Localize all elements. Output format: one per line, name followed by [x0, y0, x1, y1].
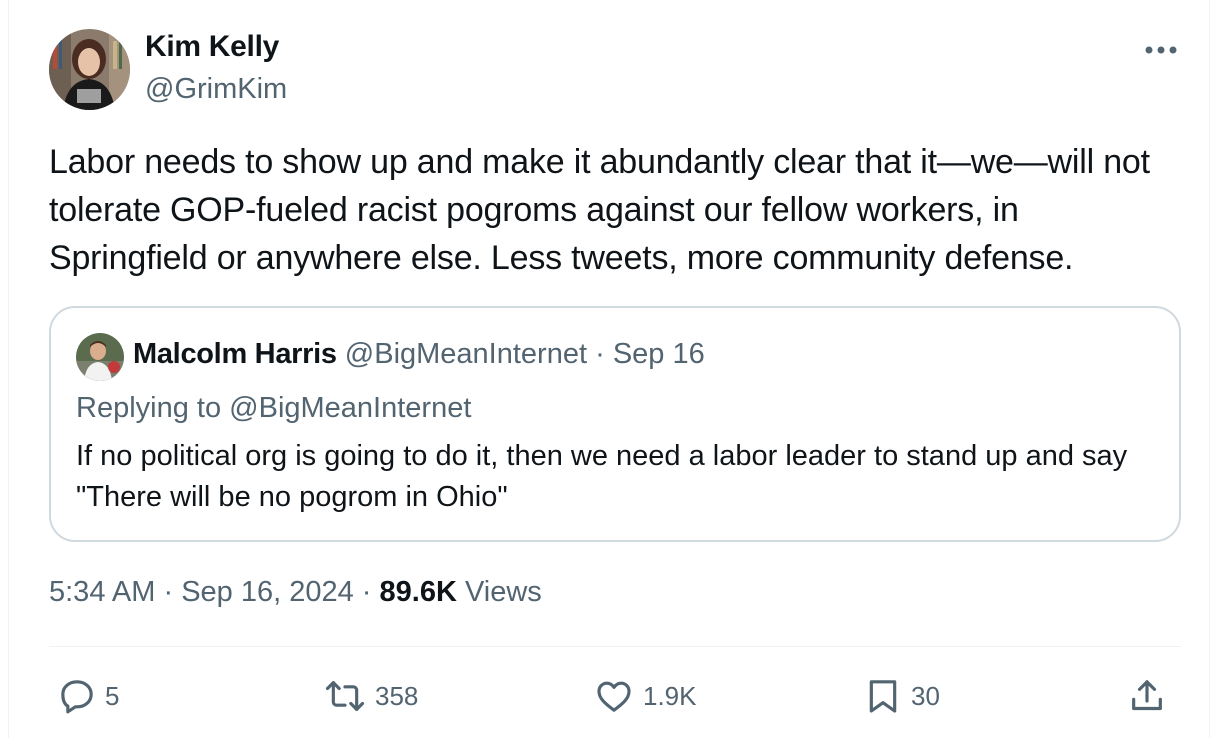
- quoted-date[interactable]: Sep 16: [613, 338, 705, 370]
- quoted-header: Malcolm Harris @BigMeanInternet · Sep 16: [133, 338, 705, 371]
- quoted-replying-to: Replying to @BigMeanInternet: [76, 392, 471, 425]
- share-button[interactable]: [1127, 668, 1167, 724]
- repost-icon: [323, 676, 367, 716]
- tweet-date[interactable]: Sep 16, 2024: [181, 576, 354, 608]
- tweet-time[interactable]: 5:34 AM: [49, 576, 155, 608]
- tweet-text: Labor needs to show up and make it abund…: [49, 143, 1150, 277]
- views-label: Views: [456, 576, 542, 608]
- replying-handle[interactable]: @BigMeanInternet: [229, 392, 471, 424]
- repost-button[interactable]: 358: [323, 668, 418, 724]
- reply-icon: [57, 676, 97, 716]
- replying-prefix: Replying to: [76, 392, 230, 424]
- bookmark-icon: [863, 675, 903, 717]
- author-handle[interactable]: @GrimKim: [145, 73, 287, 106]
- bookmark-button[interactable]: 30: [863, 668, 940, 724]
- reply-count: 5: [105, 680, 120, 711]
- quoted-handle[interactable]: @BigMeanInternet: [345, 338, 587, 370]
- repost-count: 358: [375, 680, 419, 711]
- meta-separator-2: ·: [353, 576, 380, 608]
- more-icon[interactable]: [1141, 36, 1181, 64]
- bookmark-count: 30: [911, 680, 940, 711]
- share-icon: [1127, 676, 1167, 716]
- like-count: 1.9K: [643, 680, 697, 711]
- author-avatar[interactable]: [49, 29, 130, 110]
- quoted-avatar[interactable]: [76, 333, 124, 381]
- quoted-tweet[interactable]: Malcolm Harris @BigMeanInternet · Sep 16…: [49, 306, 1181, 542]
- heart-icon: [593, 676, 635, 716]
- divider: [49, 646, 1181, 647]
- action-bar: 5 358 1.9K 30: [49, 668, 1181, 724]
- quoted-separator: ·: [595, 338, 613, 370]
- quoted-name[interactable]: Malcolm Harris: [133, 338, 337, 370]
- like-button[interactable]: 1.9K: [593, 668, 697, 724]
- tweet-card: Kim Kelly @GrimKim Labor needs to show u…: [8, 0, 1210, 738]
- views-count: 89.6K: [379, 576, 457, 608]
- quoted-text: If no political org is going to do it, t…: [76, 440, 1128, 513]
- reply-button[interactable]: 5: [57, 668, 119, 724]
- tweet-meta: 5:34 AM · Sep 16, 2024 · 89.6K Views: [49, 576, 542, 609]
- meta-separator: ·: [155, 576, 182, 608]
- author-name[interactable]: Kim Kelly: [145, 30, 279, 64]
